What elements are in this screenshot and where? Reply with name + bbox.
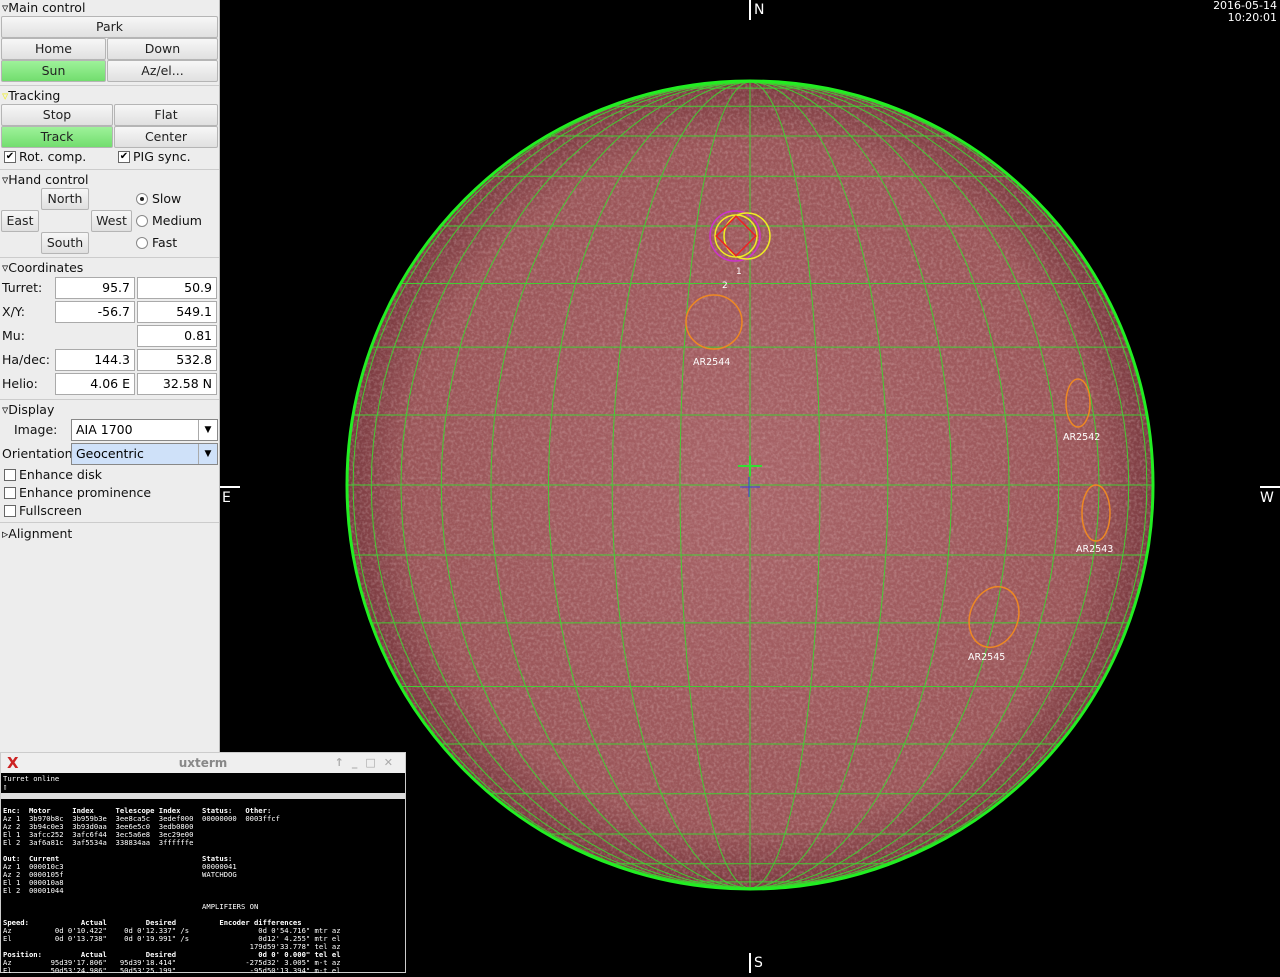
slow-radio[interactable] xyxy=(136,193,148,205)
medium-radio[interactable] xyxy=(136,215,148,227)
mu-value: 0.81 xyxy=(137,325,217,347)
marker-label-1: 1 xyxy=(736,267,742,277)
region-label: AR2543 xyxy=(1076,544,1113,555)
marker-label-2: 2 xyxy=(722,281,728,291)
maximize-icon[interactable]: □ xyxy=(365,756,383,769)
fullscreen-checkbox[interactable] xyxy=(4,505,16,517)
pig-sync-label: PIG sync. xyxy=(133,149,191,164)
terminal-line: Turret online xyxy=(3,775,403,783)
amplifiers-status: AMPLIFIERS ON xyxy=(3,903,403,911)
orientation-label: Orientation: xyxy=(2,446,77,461)
main-control-header[interactable]: ▿Main control xyxy=(2,0,85,15)
terminal-separator xyxy=(1,793,405,799)
section-title: Display xyxy=(8,402,54,417)
down-button[interactable]: Down xyxy=(107,38,218,60)
turret-label: Turret: xyxy=(2,280,42,295)
divider xyxy=(0,522,219,523)
section-title: Hand control xyxy=(8,172,88,187)
divider xyxy=(0,399,219,400)
helio-label: Helio: xyxy=(2,376,38,391)
fast-radio[interactable] xyxy=(136,237,148,249)
turret-el: 50.9 xyxy=(137,277,217,299)
timestamp: 2016-05-1410:20:01 xyxy=(1213,0,1277,24)
turret-az: 95.7 xyxy=(55,277,135,299)
section-title: Tracking xyxy=(8,88,60,103)
divider xyxy=(0,169,219,170)
rot-comp-checkbox[interactable]: ✔ xyxy=(4,151,16,163)
dec-value: 532.8 xyxy=(137,349,217,371)
image-value: AIA 1700 xyxy=(76,422,133,437)
slow-label: Slow xyxy=(152,191,181,206)
hand-control-header[interactable]: ▿Hand control xyxy=(2,172,89,187)
close-icon[interactable]: ✕ xyxy=(384,756,401,769)
terminal-titlebar[interactable]: X uxterm ↑_□✕ xyxy=(1,753,405,773)
stop-button[interactable]: Stop xyxy=(1,104,113,126)
pin-icon[interactable]: ↑ xyxy=(335,756,352,769)
x-value: -56.7 xyxy=(55,301,135,323)
south-button[interactable]: South xyxy=(41,232,89,254)
enhance-disk-label: Enhance disk xyxy=(19,467,102,482)
fast-label: Fast xyxy=(152,235,177,250)
terminal-line: ▯ xyxy=(3,783,403,791)
out-row: El 2 00001044 xyxy=(3,887,403,895)
chevron-down-icon: ▼ xyxy=(198,444,217,464)
xy-label: X/Y: xyxy=(2,304,25,319)
section-title: Alignment xyxy=(8,526,72,541)
y-value: 549.1 xyxy=(137,301,217,323)
position-row: El 50d53'24.986" 50d53'25.199" -95d50'13… xyxy=(3,967,403,975)
terminal-title: uxterm xyxy=(179,756,228,770)
pig-sync-checkbox[interactable]: ✔ xyxy=(118,151,130,163)
terminal-window[interactable]: X uxterm ↑_□✕ Turret online▯Enc: Motor I… xyxy=(0,752,406,973)
terminal-output[interactable]: Turret online▯Enc: Motor Index Telescope… xyxy=(1,773,405,977)
section-title: Main control xyxy=(8,0,85,15)
image-label: Image: xyxy=(14,422,57,437)
time: 10:20:01 xyxy=(1213,12,1277,24)
tracking-header[interactable]: ▿Tracking xyxy=(2,88,60,103)
xterm-logo-icon: X xyxy=(7,753,19,773)
east-label: E xyxy=(222,490,231,506)
west-label: W xyxy=(1260,490,1274,506)
divider xyxy=(0,85,219,86)
east-button[interactable]: East xyxy=(1,210,39,232)
home-button[interactable]: Home xyxy=(1,38,106,60)
azel-button[interactable]: Az/el... xyxy=(107,60,218,82)
track-button[interactable]: Track xyxy=(1,126,113,148)
chevron-down-icon: ▼ xyxy=(198,420,217,440)
minimize-icon[interactable]: _ xyxy=(352,756,366,769)
orientation-select[interactable]: Geocentric ▼ xyxy=(71,443,218,465)
fullscreen-label: Fullscreen xyxy=(19,503,82,518)
north-label: N xyxy=(754,2,764,18)
medium-label: Medium xyxy=(152,213,202,228)
region-label: AR2542 xyxy=(1063,432,1100,443)
enhance-prominence-checkbox[interactable] xyxy=(4,487,16,499)
helio-lon: 4.06 E xyxy=(55,373,135,395)
park-button[interactable]: Park xyxy=(1,16,218,38)
window-controls[interactable]: ↑_□✕ xyxy=(335,753,401,773)
enc-row: El 2 3af6a81c 3af5534a 338834aa 3ffffffe xyxy=(3,839,403,847)
west-button[interactable]: West xyxy=(91,210,132,232)
helio-lat: 32.58 N xyxy=(137,373,217,395)
section-title: Coordinates xyxy=(8,260,83,275)
enhance-prominence-label: Enhance prominence xyxy=(19,485,151,500)
orientation-value: Geocentric xyxy=(76,446,144,461)
mu-label: Mu: xyxy=(2,328,25,343)
rot-comp-label: Rot. comp. xyxy=(19,149,86,164)
divider xyxy=(0,257,219,258)
sun-button[interactable]: Sun xyxy=(1,60,106,82)
enhance-disk-checkbox[interactable] xyxy=(4,469,16,481)
ha-value: 144.3 xyxy=(55,349,135,371)
image-select[interactable]: AIA 1700 ▼ xyxy=(71,419,218,441)
center-button[interactable]: Center xyxy=(114,126,218,148)
hadec-label: Ha/dec: xyxy=(2,352,50,367)
region-label: AR2544 xyxy=(693,357,730,368)
region-label: AR2545 xyxy=(968,652,1005,663)
flat-button[interactable]: Flat xyxy=(114,104,218,126)
south-label: S xyxy=(754,955,763,971)
north-button[interactable]: North xyxy=(41,188,89,210)
alignment-header[interactable]: ▹Alignment xyxy=(2,526,72,541)
display-header[interactable]: ▿Display xyxy=(2,402,54,417)
coordinates-header[interactable]: ▿Coordinates xyxy=(2,260,83,275)
